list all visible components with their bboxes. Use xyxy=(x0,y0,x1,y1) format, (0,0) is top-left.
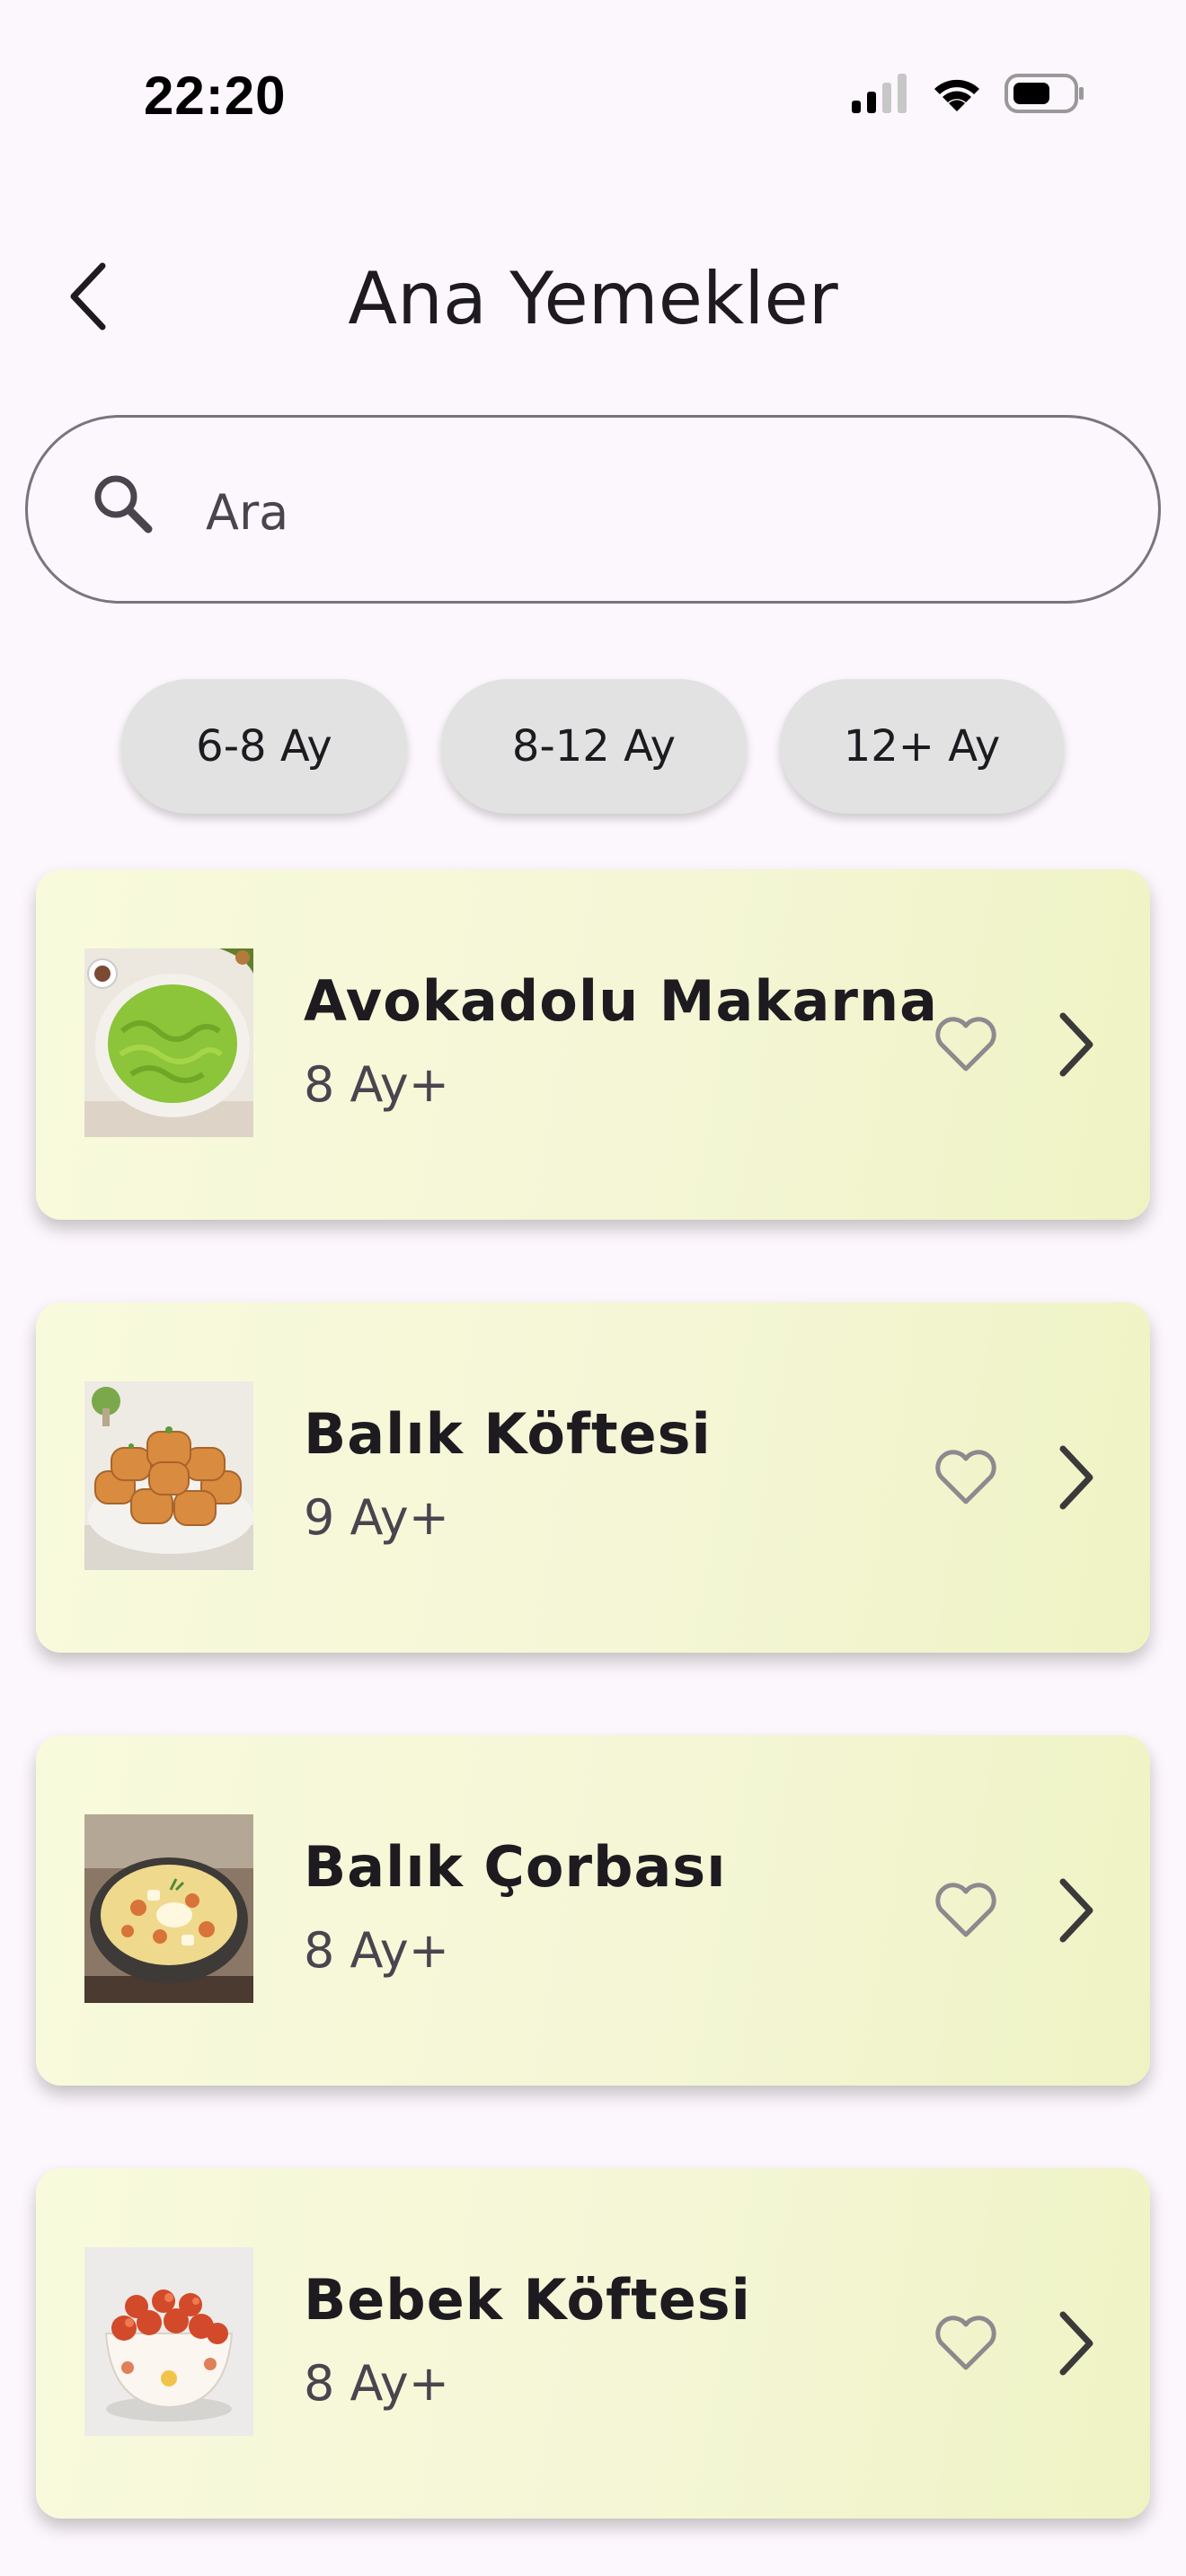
recipe-age: 9 Ay+ xyxy=(304,1489,449,1546)
wifi-icon xyxy=(934,79,979,111)
heart-outline-icon xyxy=(935,1017,996,1072)
search-bar[interactable] xyxy=(25,415,1161,604)
favorite-button[interactable] xyxy=(916,1861,1015,1960)
open-recipe-button[interactable] xyxy=(1031,2298,1121,2388)
recipe-image xyxy=(84,948,253,1137)
favorite-button[interactable] xyxy=(916,2294,1015,2393)
open-recipe-button[interactable] xyxy=(1031,1000,1121,1090)
recipe-age: 8 Ay+ xyxy=(304,2355,449,2412)
page-title: Ana Yemekler xyxy=(348,257,838,340)
recipe-age: 8 Ay+ xyxy=(304,1056,449,1113)
heart-outline-icon xyxy=(935,1883,996,1937)
recipe-image xyxy=(84,1814,253,2003)
favorite-button[interactable] xyxy=(916,1428,1015,1527)
open-recipe-button[interactable] xyxy=(1031,1866,1121,1955)
recipe-title: Avokadolu Makarna xyxy=(304,968,938,1034)
open-recipe-button[interactable] xyxy=(1031,1433,1121,1522)
chevron-right-icon xyxy=(1059,1012,1093,1077)
recipe-title: Balık Çorbası xyxy=(304,1834,727,1900)
status-icons xyxy=(852,72,1085,115)
recipe-title: Balık Köftesi xyxy=(304,1401,712,1467)
filter-chip-8-12-ay[interactable]: 8-12 Ay xyxy=(441,679,747,814)
search-icon xyxy=(94,475,153,534)
recipe-image xyxy=(84,2247,253,2436)
recipe-title: Bebek Köftesi xyxy=(304,2267,751,2333)
heart-outline-icon xyxy=(935,2316,996,2370)
recipe-card[interactable]: Bebek Köftesi 8 Ay+ xyxy=(36,2168,1150,2519)
status-time: 22:20 xyxy=(144,66,287,126)
signal-icon xyxy=(852,74,907,113)
chevron-right-icon xyxy=(1059,2311,1093,2376)
battery-icon xyxy=(1005,74,1084,113)
chevron-right-icon xyxy=(1059,1445,1093,1510)
recipe-card[interactable]: Avokadolu Makarna 8 Ay+ xyxy=(36,869,1150,1220)
chevron-right-icon xyxy=(1059,1878,1093,1943)
search-input[interactable] xyxy=(206,463,1104,561)
heart-outline-icon xyxy=(935,1450,996,1504)
recipe-card[interactable]: Balık Köftesi 9 Ay+ xyxy=(36,1302,1150,1653)
favorite-button[interactable] xyxy=(916,995,1015,1094)
recipe-age: 8 Ay+ xyxy=(304,1922,449,1979)
filter-chip-6-8-ay[interactable]: 6-8 Ay xyxy=(121,679,407,814)
recipe-card[interactable]: Balık Çorbası 8 Ay+ xyxy=(36,1735,1150,2086)
filter-chip-12-ay[interactable]: 12+ Ay xyxy=(780,679,1064,814)
status-bar: 22:20 xyxy=(0,0,1186,180)
app-bar: Ana Yemekler xyxy=(0,225,1186,368)
recipe-image xyxy=(84,1381,253,1570)
